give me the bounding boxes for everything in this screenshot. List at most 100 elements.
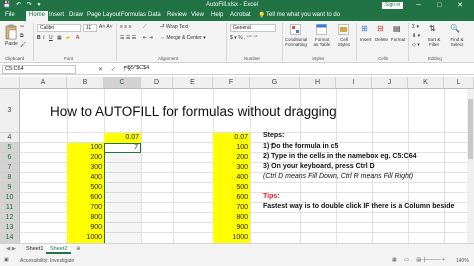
delete-cells-label[interactable]: Delete	[375, 37, 388, 42]
italic-button[interactable]: I	[43, 35, 44, 41]
row-header[interactable]: 9	[0, 183, 20, 193]
grow-font-icon[interactable]: A˄ A˅	[99, 24, 113, 30]
copy-icon[interactable]: ⧉	[20, 33, 24, 39]
format-cells-icon[interactable]: ▤	[393, 24, 401, 33]
cell-b[interactable]: 800	[67, 213, 104, 223]
tab-formulas[interactable]: Formulas	[121, 12, 146, 18]
font-name-select[interactable]: Calibri	[37, 24, 81, 32]
insert-cells-icon[interactable]: ⊞	[361, 24, 368, 33]
column-header[interactable]: A	[20, 77, 67, 89]
column-header[interactable]: F	[213, 77, 250, 89]
cell-b[interactable]: 500	[67, 183, 104, 193]
row-header[interactable]: 8	[0, 173, 20, 183]
row-header[interactable]: 3	[0, 89, 20, 133]
tab-data[interactable]: Data	[148, 12, 161, 18]
cell-f[interactable]: 800	[213, 213, 250, 223]
zoom-slider[interactable]: ─ ┼──── +	[418, 257, 445, 263]
row-header[interactable]: 5	[0, 143, 20, 153]
left-align-icon[interactable]: ☰ ☰ ☰	[120, 35, 136, 41]
underline-button[interactable]: U	[49, 35, 53, 41]
row-header[interactable]: 10	[0, 193, 20, 203]
sheet-nav-arrows[interactable]: ◀ ▶	[2, 244, 20, 254]
row-header[interactable]: 12	[0, 213, 20, 223]
accessibility-status[interactable]: Accessibility: Investigate	[20, 258, 74, 264]
add-sheet-icon[interactable]: ⊕	[72, 244, 85, 254]
cell-f[interactable]: 500	[213, 183, 250, 193]
insert-cells-label[interactable]: Insert	[360, 37, 371, 42]
fill-icon[interactable]: ⬇ ▾	[412, 33, 420, 39]
cell-f[interactable]: 600	[213, 193, 250, 203]
scrollbar-thumb[interactable]	[468, 99, 473, 159]
column-header[interactable]: E	[173, 77, 213, 89]
cell-b[interactable]: 100	[67, 143, 104, 153]
accounting-format-icon[interactable]: $ ▾ % , ⁺⁰ ⁻⁰	[230, 35, 257, 41]
column-header[interactable]: J	[372, 77, 408, 89]
column-header[interactable]: K	[408, 77, 444, 89]
cell-f[interactable]: 900	[213, 223, 250, 233]
paste-label[interactable]: Paste	[5, 41, 18, 47]
conditional-formatting-icon[interactable]	[290, 24, 301, 35]
cell-styles-icon[interactable]	[338, 24, 349, 35]
format-as-table-icon[interactable]	[316, 24, 327, 35]
tab-draw[interactable]: Draw	[69, 12, 83, 18]
row-header[interactable]: 4	[0, 133, 20, 143]
column-header[interactable]: D	[141, 77, 173, 89]
autosum-icon[interactable]: Σ ▾	[412, 24, 419, 30]
tab-file[interactable]: File	[5, 12, 15, 18]
sign-in-button[interactable]: Sign in	[382, 1, 404, 9]
cell-b[interactable]: 200	[67, 153, 104, 163]
sheet-tab-sheet2[interactable]: Sheet2	[46, 244, 72, 254]
vertical-scrollbar[interactable]	[467, 89, 474, 243]
cell-f[interactable]: 400	[213, 173, 250, 183]
bold-button[interactable]: B	[37, 35, 41, 41]
row-header[interactable]: 13	[0, 223, 20, 233]
cell-f[interactable]: 700	[213, 203, 250, 213]
column-header[interactable]: B	[67, 77, 104, 89]
number-format-select[interactable]: General	[230, 24, 276, 32]
find-select-label[interactable]: Find & Select	[445, 37, 469, 47]
tell-me-search[interactable]: Tell me what you want to do	[266, 12, 340, 18]
tab-view[interactable]: View	[191, 12, 204, 18]
select-all-corner[interactable]	[0, 77, 20, 89]
cut-icon[interactable]: ✂	[20, 24, 24, 30]
tab-insert[interactable]: Insert	[49, 12, 64, 18]
font-color-icon[interactable]: A	[76, 35, 79, 41]
format-cells-label[interactable]: Format	[391, 37, 405, 42]
fill-color-icon[interactable]: ▰	[66, 35, 70, 41]
column-header[interactable]: I	[336, 77, 372, 89]
quick-access-toolbar[interactable]: 💾 ↶ ↷ ▾	[3, 1, 43, 8]
sort-filter-icon[interactable]: ⇅	[429, 24, 436, 33]
sheet-tab-sheet1[interactable]: Sheet1	[22, 244, 47, 254]
name-box[interactable]: C5:C64	[2, 65, 76, 74]
indent-icon[interactable]: ⇤ ⇥	[143, 35, 153, 41]
cell-b[interactable]: 1000	[67, 233, 104, 243]
row-header[interactable]: 11	[0, 203, 20, 213]
tab-acrobat[interactable]: Acrobat	[230, 12, 251, 18]
delete-cells-icon[interactable]: ⊟	[377, 24, 384, 33]
top-align-icon[interactable]: ≡ ≡ ≡	[120, 24, 132, 30]
cell-f[interactable]: 1000	[213, 233, 250, 243]
cell-b[interactable]: 400	[67, 173, 104, 183]
formula-input[interactable]: =B5*$C$4	[124, 65, 470, 74]
format-as-table-label[interactable]: Format as Table	[312, 37, 332, 47]
cell-b[interactable]: 300	[67, 163, 104, 173]
cell-c4[interactable]: 0.07	[104, 133, 141, 143]
cell-f[interactable]: 200	[213, 153, 250, 163]
tab-page-layout[interactable]: Page Layout	[87, 12, 121, 18]
tab-review[interactable]: Review	[167, 12, 187, 18]
column-header[interactable]: H	[300, 77, 336, 89]
borders-icon[interactable]: ▦	[57, 35, 62, 41]
tab-home[interactable]: Home	[26, 11, 49, 21]
row-header[interactable]: 14	[0, 233, 20, 243]
cell-b[interactable]: 600	[67, 193, 104, 203]
cell-f4[interactable]: 0.07	[213, 133, 250, 143]
column-header[interactable]: L	[444, 77, 474, 89]
format-painter-icon[interactable]: 🖌	[20, 42, 26, 48]
font-size-select[interactable]: 11	[83, 24, 97, 32]
cell-b[interactable]: 900	[67, 223, 104, 233]
window-controls[interactable]: ─ □ ✕	[416, 1, 470, 9]
conditional-formatting-label[interactable]: Conditional Formatting	[284, 37, 308, 47]
column-header[interactable]: C	[104, 77, 141, 89]
cell-f[interactable]: 100	[213, 143, 250, 153]
tab-help[interactable]: Help	[211, 12, 223, 18]
